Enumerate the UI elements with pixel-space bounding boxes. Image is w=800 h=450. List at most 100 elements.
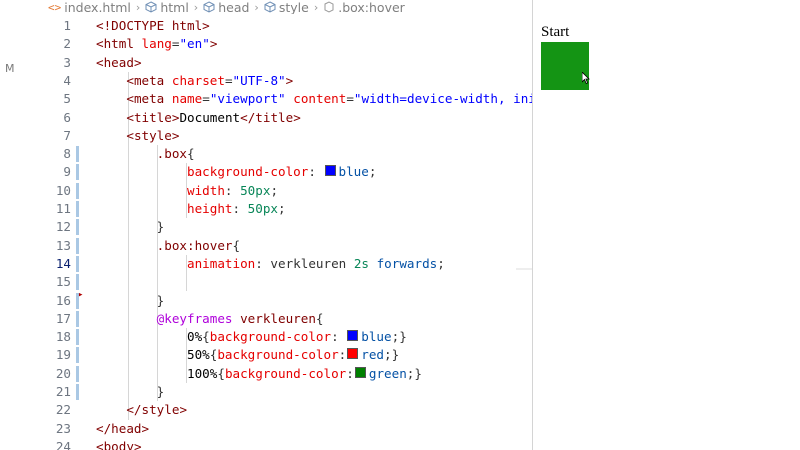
line-number: 24 [55, 438, 71, 450]
code-text: } [96, 292, 165, 310]
code-token: > [285, 72, 294, 88]
color-swatch-icon[interactable] [354, 366, 366, 378]
code-text: 0%{background-color: blue;} [96, 328, 407, 346]
code-token: style [133, 127, 172, 143]
code-token: meta [133, 91, 165, 107]
line-number: 16 [55, 292, 71, 308]
code-token: .box:hover [156, 237, 233, 253]
color-swatch-icon[interactable] [347, 348, 359, 360]
code-line[interactable]: 15 [50, 273, 533, 291]
code-token: 100% [187, 365, 218, 381]
code-line[interactable]: 2 <html lang="en"> [50, 35, 533, 53]
code-token: } [156, 292, 165, 308]
cube-icon [203, 1, 215, 13]
code-line[interactable]: 7 <style> [50, 127, 533, 145]
code-token: ;} [384, 347, 400, 363]
code-token: html [103, 36, 134, 52]
line-number: 6 [63, 109, 71, 125]
code-line[interactable]: 9 background-color: blue; [50, 163, 533, 181]
code-token: head [111, 420, 142, 436]
code-token: @keyframes [156, 310, 233, 326]
code-line[interactable]: 3 <head> [50, 54, 533, 72]
code-token: content [293, 91, 347, 107]
line-number: 17 [55, 310, 71, 326]
line-number: 21 [55, 384, 71, 399]
code-token: charset [171, 72, 225, 88]
code-line[interactable]: 11 height: 50px; [50, 200, 533, 218]
line-number: 22 [55, 402, 71, 418]
code-token: > [179, 402, 188, 418]
line-number: 7 [63, 127, 71, 143]
code-text: background-color: blue; [96, 163, 376, 181]
code-line[interactable]: 5 <meta name="viewport" content="width=d… [50, 90, 533, 108]
code-line[interactable]: 19 50%{background-color: red;} [50, 346, 533, 364]
code-token: "width=device-width, init [353, 91, 533, 107]
color-swatch-icon[interactable] [324, 165, 336, 177]
code-line[interactable]: 10 width: 50px; [50, 182, 533, 200]
code-line[interactable]: 23 </head> [50, 420, 533, 438]
color-swatch-icon[interactable] [347, 330, 359, 342]
code-line[interactable]: 12 } [50, 218, 533, 236]
code-line[interactable]: 6 <title>Document</title> [50, 109, 533, 127]
code-line[interactable]: 20 100%{background-color: green;} [50, 365, 533, 383]
modified-line-marker [76, 237, 79, 254]
code-token: blue [338, 164, 369, 180]
code-token: <!DOCTYPE [96, 18, 172, 33]
code-line[interactable]: 4 <meta charset="UTF-8"> [50, 72, 533, 90]
chevron-right-icon: › [193, 0, 199, 14]
code-line[interactable]: 17 @keyframes verkleuren{ [50, 310, 533, 328]
code-line[interactable]: 18 0%{background-color: blue;} [50, 328, 533, 346]
code-line[interactable]: 22 </style> [50, 401, 533, 419]
breadcrumb-item-file[interactable]: index.html [64, 0, 131, 14]
code-line[interactable]: 14 animation: verkleuren 2s forwards; [50, 255, 533, 273]
code-line[interactable]: 24 <body> [50, 438, 533, 450]
code-line[interactable]: 1 <!DOCTYPE html> [50, 17, 533, 35]
code-line[interactable]: 16 ▸ } [50, 290, 533, 310]
code-token: "UTF-8" [232, 72, 286, 88]
code-text: <!DOCTYPE html> [96, 17, 210, 35]
code-text: .box{ [96, 145, 195, 163]
code-text: 100%{background-color: green;} [96, 365, 422, 383]
code-token: > [141, 420, 150, 436]
code-token: 50px [240, 182, 271, 198]
modified-line-marker [76, 347, 79, 364]
code-token: background-color [209, 329, 332, 345]
code-token: height [187, 201, 233, 216]
code-editor[interactable]: 1 <!DOCTYPE html> 2 <html lang="en"> 3 <head>… [50, 15, 533, 450]
code-token: } [156, 219, 165, 235]
modified-line-marker [76, 182, 79, 199]
cube-icon [145, 1, 157, 13]
modified-line-marker [76, 164, 79, 181]
code-line[interactable]: 13 .box:hover{ [50, 237, 533, 255]
code-token: > [202, 18, 210, 33]
code-line[interactable]: 8 .box{ [50, 145, 533, 163]
code-token: title [255, 109, 294, 125]
line-number: 15 [55, 274, 71, 290]
breadcrumb-item-selector[interactable]: .box:hover [338, 0, 405, 14]
breadcrumb-item-head[interactable]: head [218, 0, 249, 14]
code-token: background-color [224, 365, 347, 381]
code-text: } [96, 383, 165, 401]
code-token: : [232, 201, 248, 216]
breadcrumb-item-style[interactable]: style [279, 0, 309, 14]
code-token: 50% [187, 347, 210, 363]
code-text: </head> [96, 420, 149, 438]
modified-line-marker [76, 201, 79, 217]
line-number: 18 [55, 329, 71, 345]
code-token: "viewport" [209, 91, 286, 107]
code-line[interactable]: 21 } [50, 383, 533, 401]
cube-icon [264, 1, 276, 13]
breadcrumb-item-html[interactable]: html [160, 0, 188, 14]
code-text: .box:hover{ [96, 237, 240, 255]
code-token: { [232, 237, 241, 253]
